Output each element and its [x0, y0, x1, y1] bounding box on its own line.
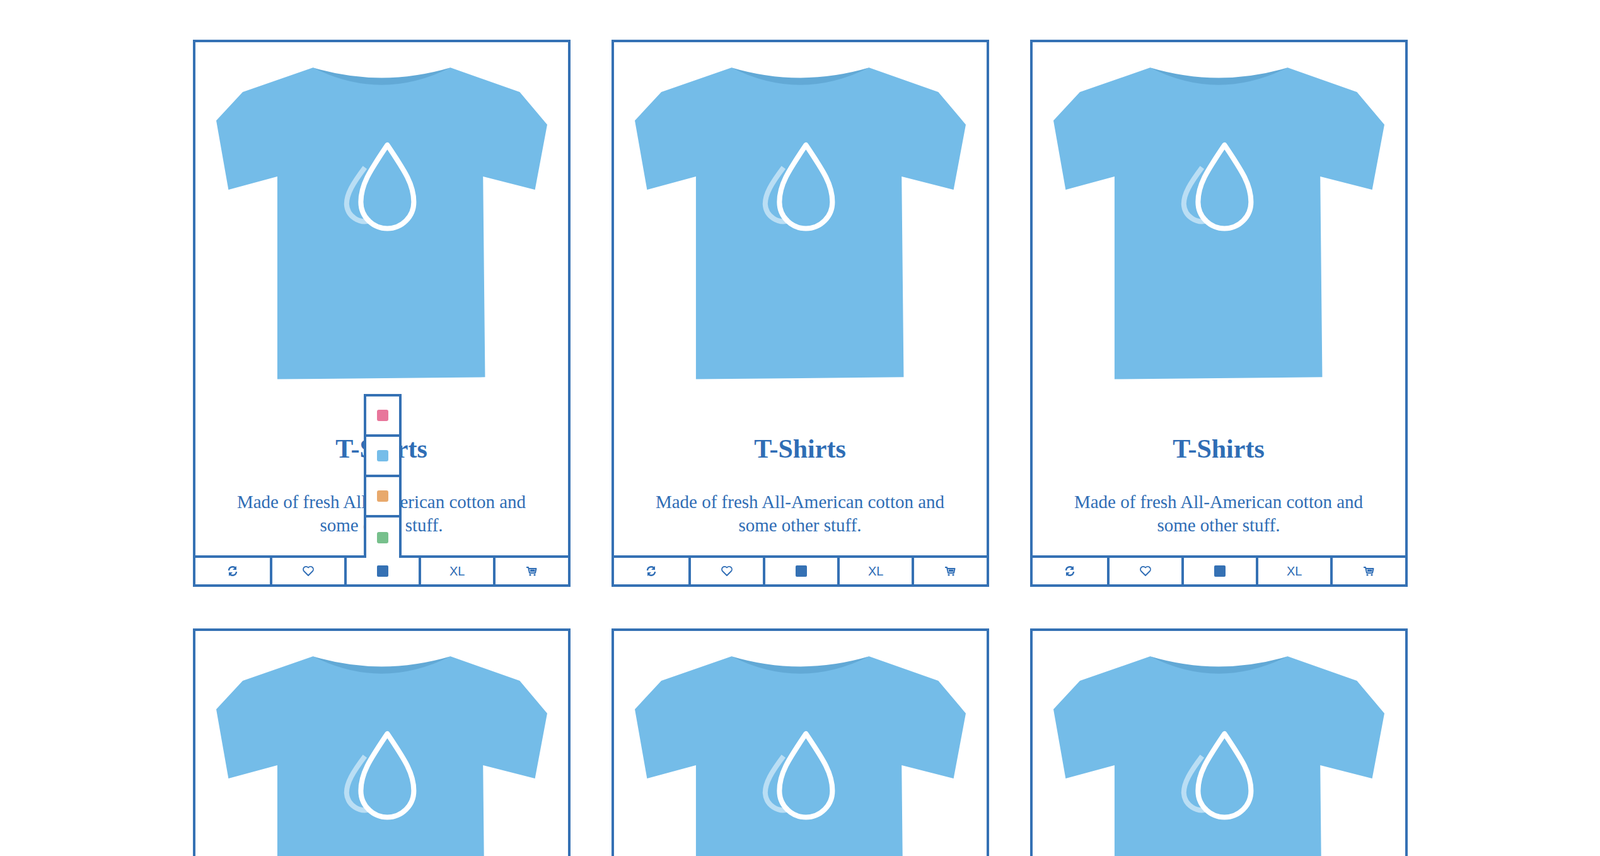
color-picker[interactable] [1181, 557, 1256, 585]
color-option[interactable] [366, 396, 400, 437]
color-dot [376, 532, 389, 544]
product-card [611, 628, 990, 856]
t-shirt-icon [634, 649, 966, 856]
product-card [1030, 628, 1408, 856]
refresh-icon [644, 564, 658, 578]
color-option[interactable] [366, 436, 400, 478]
heart-icon [720, 564, 734, 578]
favorite-button[interactable] [269, 557, 345, 585]
cart-button[interactable] [911, 557, 986, 585]
color-picker[interactable] [344, 557, 419, 585]
color-swatch[interactable] [1214, 565, 1226, 577]
refresh-button[interactable] [195, 557, 270, 585]
product-description: Made of fresh All-American cotton andsom… [1032, 490, 1406, 538]
refresh-icon [1063, 564, 1077, 578]
cart-icon [1362, 564, 1375, 578]
size-button[interactable]: XL [1255, 557, 1331, 585]
product-grid: T-Shirts Made of fresh All-American cotto… [0, 0, 1600, 856]
refresh-icon [226, 564, 239, 578]
color-dot [376, 490, 389, 502]
product-card: T-ShirtsMade of fresh All-American cotto… [192, 39, 571, 587]
color-dot [376, 450, 389, 462]
product-image [614, 631, 987, 856]
heart-icon [301, 564, 315, 578]
refresh-button[interactable] [1032, 557, 1108, 585]
color-menu [363, 394, 402, 558]
product-title: T-Shirts [1032, 433, 1406, 465]
color-swatch[interactable] [376, 565, 389, 577]
color-option[interactable] [366, 477, 400, 518]
heart-icon [1139, 564, 1152, 578]
product-description: Made of fresh All-American cotton andsom… [614, 490, 987, 538]
t-shirt-icon [634, 61, 966, 383]
color-swatch[interactable] [795, 565, 807, 577]
color-option[interactable] [366, 517, 400, 558]
t-shirt-icon [1053, 61, 1385, 383]
product-image [614, 42, 987, 383]
size-button[interactable]: XL [837, 557, 912, 585]
color-picker[interactable] [762, 557, 838, 585]
cart-button[interactable] [1330, 557, 1405, 585]
product-card: T-Shirts Made of fresh All-American cotto… [1030, 39, 1408, 587]
action-bar: XL [1032, 555, 1406, 585]
product-image [1032, 42, 1406, 383]
action-bar: XL [195, 555, 569, 585]
product-card [192, 628, 571, 856]
t-shirt-icon [216, 61, 548, 383]
t-shirt-icon [216, 649, 548, 856]
product-title: T-Shirts [614, 433, 987, 465]
favorite-button[interactable] [688, 557, 763, 585]
cart-icon [525, 564, 538, 578]
product-card: T-Shirts Made of fresh All-American cotto… [611, 39, 990, 587]
cart-button[interactable] [492, 557, 568, 585]
action-bar: XL [614, 555, 987, 585]
size-button[interactable]: XL [418, 557, 493, 585]
refresh-button[interactable] [614, 557, 689, 585]
product-image [195, 42, 569, 383]
favorite-button[interactable] [1107, 557, 1182, 585]
t-shirt-icon [1053, 649, 1385, 856]
product-image [1032, 631, 1406, 856]
product-image [195, 631, 569, 856]
color-dot [376, 409, 389, 422]
cart-icon [943, 564, 957, 578]
